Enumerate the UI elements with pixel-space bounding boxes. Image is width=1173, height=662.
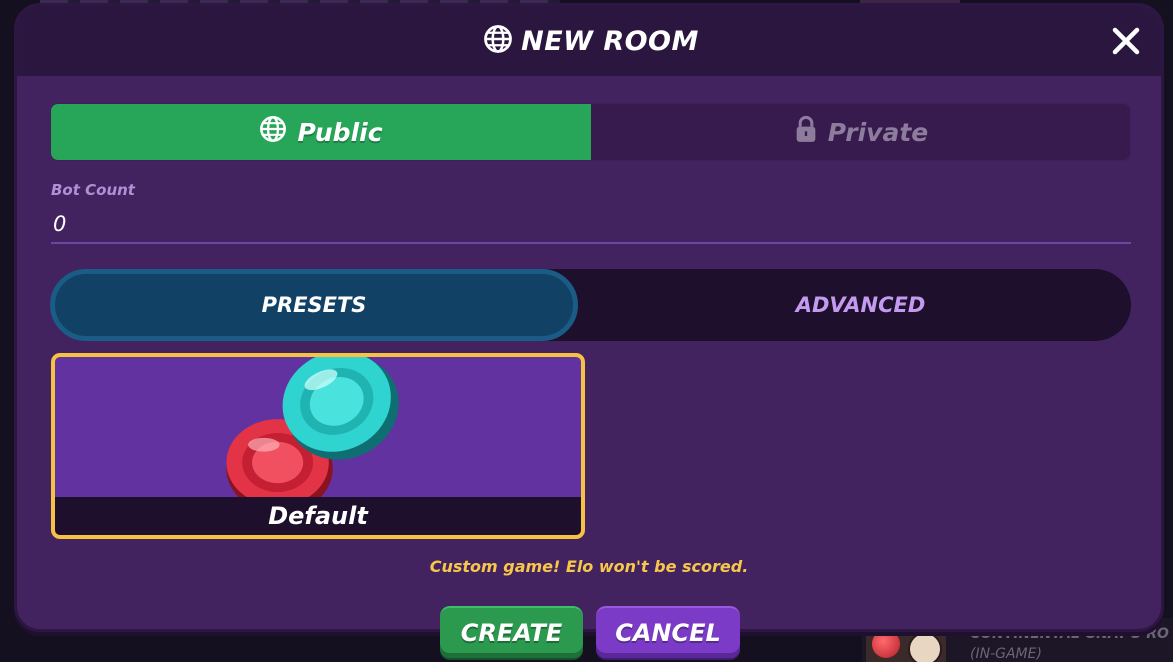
background-avatar	[908, 632, 942, 662]
globe-icon	[483, 24, 513, 58]
new-room-dialog: NEW ROOM Public Private Bot Count 0 PRES…	[14, 3, 1164, 632]
checker-pieces-icon	[55, 357, 581, 501]
bot-count-input[interactable]	[51, 206, 1131, 244]
dialog-header: NEW ROOM	[17, 6, 1161, 76]
tab-presets[interactable]: PRESETS	[50, 269, 578, 341]
lock-icon	[794, 115, 818, 149]
close-icon[interactable]	[1111, 26, 1141, 56]
dialog-title: NEW ROOM	[521, 25, 699, 57]
bot-count-label: Bot Count	[51, 181, 135, 199]
private-label: Private	[827, 117, 929, 147]
visibility-toggle: Public Private	[50, 103, 1131, 161]
tab-advanced[interactable]: ADVANCED	[590, 269, 1131, 341]
preset-card-default[interactable]: Default	[51, 353, 585, 539]
preset-label: Default	[55, 497, 581, 535]
elo-warning-text: Custom game! Elo won't be scored.	[429, 557, 749, 576]
private-option[interactable]: Private	[591, 104, 1130, 160]
globe-icon	[259, 115, 287, 149]
mode-tabs: PRESETS ADVANCED	[50, 269, 1131, 341]
background-card-status: (IN-GAME)	[970, 646, 1042, 662]
create-button[interactable]: CREATE	[440, 606, 583, 658]
background-chip-icon	[872, 630, 900, 658]
close-button[interactable]	[1111, 26, 1141, 56]
cancel-button[interactable]: CANCEL	[596, 606, 740, 658]
public-option[interactable]: Public	[51, 104, 591, 160]
public-label: Public	[297, 117, 383, 147]
